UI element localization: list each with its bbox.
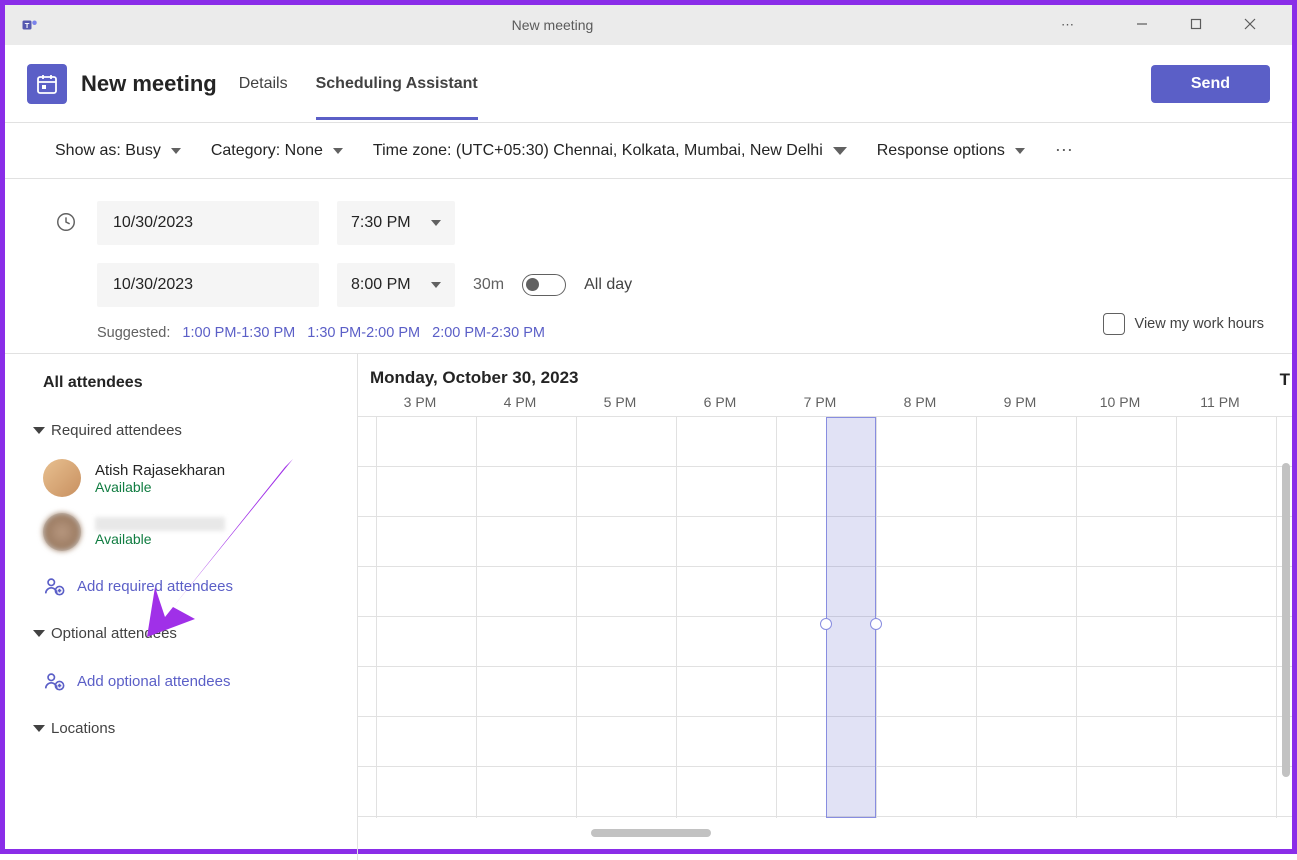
more-icon[interactable]: ⋯ [1050,17,1086,33]
suggestion-3[interactable]: 2:00 PM-2:30 PM [432,325,545,341]
end-time-dropdown[interactable]: 8:00 PM [337,263,455,307]
range-handle-start[interactable] [820,618,832,630]
all-day-toggle[interactable] [522,274,566,296]
range-handle-end[interactable] [870,618,882,630]
chevron-down-icon [333,148,343,154]
window-title: New meeting [55,17,1050,33]
all-attendees-header: All attendees [43,354,327,410]
start-date-field[interactable]: 10/30/2023 [97,201,319,245]
calendar-icon [27,64,67,104]
timeline-row[interactable] [358,717,1292,767]
datetime-panel: 10/30/2023 7:30 PM 10/30/2023 8:00 PM 30… [5,179,1292,354]
chevron-down-icon [833,147,847,155]
options-bar: Show as: Busy Category: None Time zone: … [5,123,1292,179]
attendee-row[interactable]: Available [43,505,327,559]
caret-down-icon [33,427,45,434]
timeline-hour-label: 10 PM [1070,394,1170,416]
avatar [43,513,81,551]
tab-scheduling-assistant[interactable]: Scheduling Assistant [316,48,478,120]
suggested-times: Suggested: 1:00 PM-1:30 PM 1:30 PM-2:00 … [97,325,1242,341]
header-bar: New meeting Details Scheduling Assistant… [5,45,1292,123]
timeline-hour-label: 7 PM [770,394,870,416]
timeline-row[interactable] [358,567,1292,617]
chevron-down-icon [1015,148,1025,154]
show-as-dropdown[interactable]: Show as: Busy [55,142,181,160]
page-title: New meeting [81,71,217,97]
caret-down-icon [33,725,45,732]
timeline-row[interactable] [358,417,1292,467]
end-date-field[interactable]: 10/30/2023 [97,263,319,307]
add-optional-attendees[interactable]: Add optional attendees [43,654,327,708]
attendees-panel: All attendees Required attendees Atish R… [5,354,357,860]
clock-icon [55,211,77,238]
attendee-status: Available [95,531,225,547]
checkbox-empty-icon[interactable] [1103,313,1125,335]
options-more[interactable]: ⋯ [1055,140,1075,161]
add-people-icon [43,575,65,597]
timeline-hour-label: 9 PM [970,394,1070,416]
timeline-hour-label: 5 PM [570,394,670,416]
tab-details[interactable]: Details [239,48,288,120]
all-day-label: All day [584,276,632,294]
optional-attendees-section[interactable]: Optional attendees [33,613,327,654]
timeline-grid[interactable] [358,416,1292,818]
caret-down-icon [33,630,45,637]
chevron-down-icon [431,282,441,288]
teams-icon: T [21,16,39,34]
timeline[interactable]: Monday, October 30, 2023 3 PM4 PM5 PM6 P… [357,354,1292,860]
chevron-down-icon [171,148,181,154]
attendee-name: Atish Rajasekharan [95,462,225,479]
chevron-down-icon [431,220,441,226]
suggestion-1[interactable]: 1:00 PM-1:30 PM [182,325,295,341]
timeline-row[interactable] [358,767,1292,817]
timeline-row[interactable] [358,667,1292,717]
attendee-row[interactable]: Atish Rajasekharan Available [43,451,327,505]
view-work-hours[interactable]: View my work hours [1103,313,1264,335]
timeline-row[interactable] [358,517,1292,567]
timeline-hour-label: 8 PM [870,394,970,416]
locations-section[interactable]: Locations [33,708,327,749]
vertical-scrollbar[interactable] [1282,463,1290,777]
timeline-row[interactable] [358,467,1292,517]
timeline-date: Monday, October 30, 2023 [370,368,1292,388]
response-options-dropdown[interactable]: Response options [877,142,1025,160]
titlebar: T New meeting ⋯ [5,5,1292,45]
timeline-hour-label: 6 PM [670,394,770,416]
horizontal-scrollbar[interactable] [591,829,711,837]
selected-time-range[interactable] [826,417,876,818]
category-dropdown[interactable]: Category: None [211,142,343,160]
svg-text:T: T [25,21,30,30]
timeline-hour-label: 4 PM [470,394,570,416]
attendee-status: Available [95,479,225,495]
suggestion-2[interactable]: 1:30 PM-2:00 PM [307,325,420,341]
timeline-hour-label: 11 PM [1170,394,1270,416]
add-required-attendees[interactable]: Add required attendees [43,559,327,613]
close-icon[interactable] [1232,18,1268,33]
timezone-dropdown[interactable]: Time zone: (UTC+05:30) Chennai, Kolkata,… [373,142,847,160]
send-button[interactable]: Send [1151,65,1270,103]
timeline-hour-label: 3 PM [370,394,470,416]
duration-label: 30m [473,276,504,294]
schedule-area: All attendees Required attendees Atish R… [5,354,1292,860]
required-attendees-section[interactable]: Required attendees [33,410,327,451]
maximize-icon[interactable] [1178,18,1214,33]
minimize-icon[interactable] [1124,18,1160,33]
start-time-dropdown[interactable]: 7:30 PM [337,201,455,245]
avatar [43,459,81,497]
next-day-indicator: T [1280,370,1290,390]
add-people-icon [43,670,65,692]
attendee-name [95,517,225,531]
